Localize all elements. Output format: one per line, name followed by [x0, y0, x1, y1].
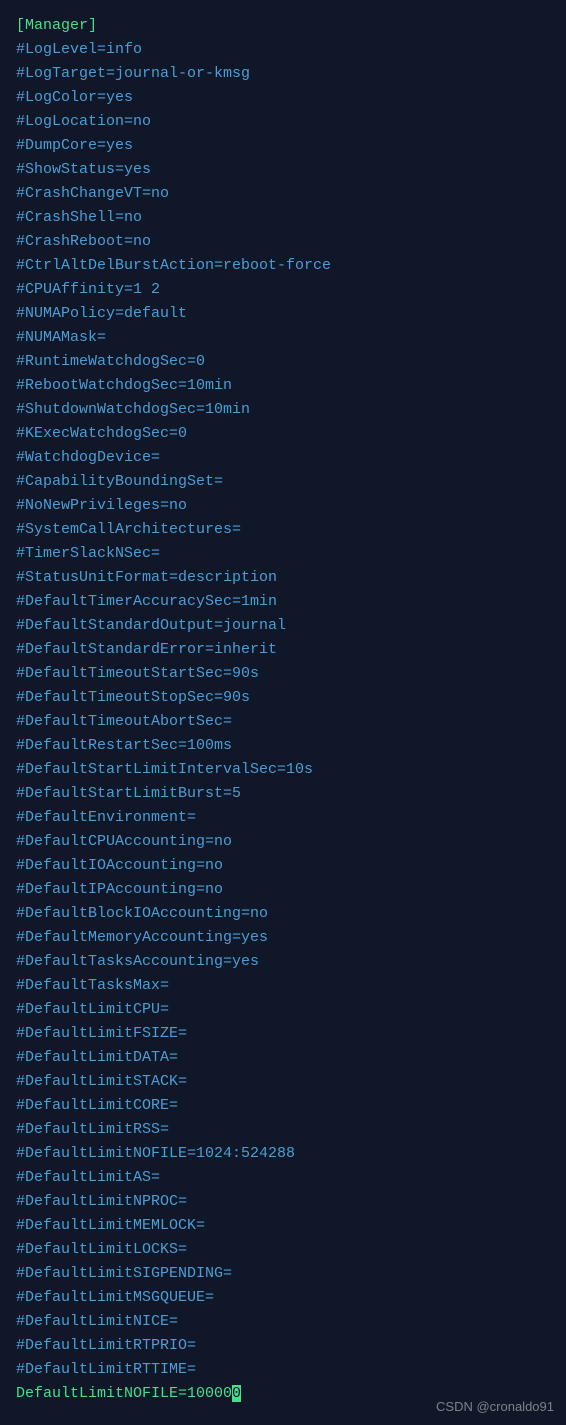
config-line: #NUMAPolicy=default	[16, 302, 550, 326]
config-line: #SystemCallArchitectures=	[16, 518, 550, 542]
config-line: #CrashReboot=no	[16, 230, 550, 254]
config-line: #DefaultLimitDATA=	[16, 1046, 550, 1070]
config-line: #DefaultLimitNICE=	[16, 1310, 550, 1334]
config-line: #TimerSlackNSec=	[16, 542, 550, 566]
config-line: #ShutdownWatchdogSec=10min	[16, 398, 550, 422]
watermark: CSDN @cronaldo91	[436, 1395, 554, 1419]
config-line: #DefaultLimitFSIZE=	[16, 1022, 550, 1046]
config-line: #DefaultLimitRSS=	[16, 1118, 550, 1142]
config-line: #ShowStatus=yes	[16, 158, 550, 182]
config-line: #DefaultLimitNPROC=	[16, 1190, 550, 1214]
config-line: #DefaultTimerAccuracySec=1min	[16, 590, 550, 614]
cursor: 0	[232, 1385, 241, 1402]
config-line: #DumpCore=yes	[16, 134, 550, 158]
config-lines-container: #LogLevel=info#LogTarget=journal-or-kmsg…	[16, 38, 550, 1382]
config-line: #DefaultLimitRTPRIO=	[16, 1334, 550, 1358]
config-line: #LogLevel=info	[16, 38, 550, 62]
config-line: #DefaultLimitSIGPENDING=	[16, 1262, 550, 1286]
config-line: #KExecWatchdogSec=0	[16, 422, 550, 446]
terminal-output[interactable]: [Manager] #LogLevel=info#LogTarget=journ…	[16, 14, 550, 1406]
config-line: #DefaultIPAccounting=no	[16, 878, 550, 902]
config-line: #CtrlAltDelBurstAction=reboot-force	[16, 254, 550, 278]
config-line: #CrashChangeVT=no	[16, 182, 550, 206]
config-line: #DefaultLimitNOFILE=1024:524288	[16, 1142, 550, 1166]
config-line: #DefaultIOAccounting=no	[16, 854, 550, 878]
config-line: #DefaultLimitAS=	[16, 1166, 550, 1190]
config-line: #DefaultTimeoutStartSec=90s	[16, 662, 550, 686]
config-line: #CrashShell=no	[16, 206, 550, 230]
config-line: #LogColor=yes	[16, 86, 550, 110]
config-line: #DefaultLimitMEMLOCK=	[16, 1214, 550, 1238]
config-line: #DefaultLimitCORE=	[16, 1094, 550, 1118]
config-line: #DefaultLimitMSGQUEUE=	[16, 1286, 550, 1310]
config-line: #DefaultStandardError=inherit	[16, 638, 550, 662]
config-line: #DefaultTimeoutStopSec=90s	[16, 686, 550, 710]
config-line: #DefaultEnvironment=	[16, 806, 550, 830]
config-line: #NUMAMask=	[16, 326, 550, 350]
config-line: #DefaultStandardOutput=journal	[16, 614, 550, 638]
config-line: #LogTarget=journal-or-kmsg	[16, 62, 550, 86]
config-line: #DefaultLimitCPU=	[16, 998, 550, 1022]
config-line: #NoNewPrivileges=no	[16, 494, 550, 518]
config-line: #CapabilityBoundingSet=	[16, 470, 550, 494]
config-line: #DefaultRestartSec=100ms	[16, 734, 550, 758]
config-line: #DefaultTimeoutAbortSec=	[16, 710, 550, 734]
config-line: #WatchdogDevice=	[16, 446, 550, 470]
config-line: #DefaultLimitLOCKS=	[16, 1238, 550, 1262]
config-line: #RebootWatchdogSec=10min	[16, 374, 550, 398]
active-line-prefix: DefaultLimitNOFILE=10000	[16, 1385, 232, 1402]
config-line: #LogLocation=no	[16, 110, 550, 134]
section-header: [Manager]	[16, 14, 550, 38]
config-line: #RuntimeWatchdogSec=0	[16, 350, 550, 374]
config-line: #DefaultStartLimitIntervalSec=10s	[16, 758, 550, 782]
config-line: #StatusUnitFormat=description	[16, 566, 550, 590]
config-line: #DefaultLimitSTACK=	[16, 1070, 550, 1094]
config-line: #DefaultCPUAccounting=no	[16, 830, 550, 854]
config-line: #DefaultMemoryAccounting=yes	[16, 926, 550, 950]
config-line: #DefaultLimitRTTIME=	[16, 1358, 550, 1382]
config-line: #DefaultTasksMax=	[16, 974, 550, 998]
config-line: #DefaultTasksAccounting=yes	[16, 950, 550, 974]
config-line: #CPUAffinity=1 2	[16, 278, 550, 302]
config-line: #DefaultBlockIOAccounting=no	[16, 902, 550, 926]
config-line: #DefaultStartLimitBurst=5	[16, 782, 550, 806]
